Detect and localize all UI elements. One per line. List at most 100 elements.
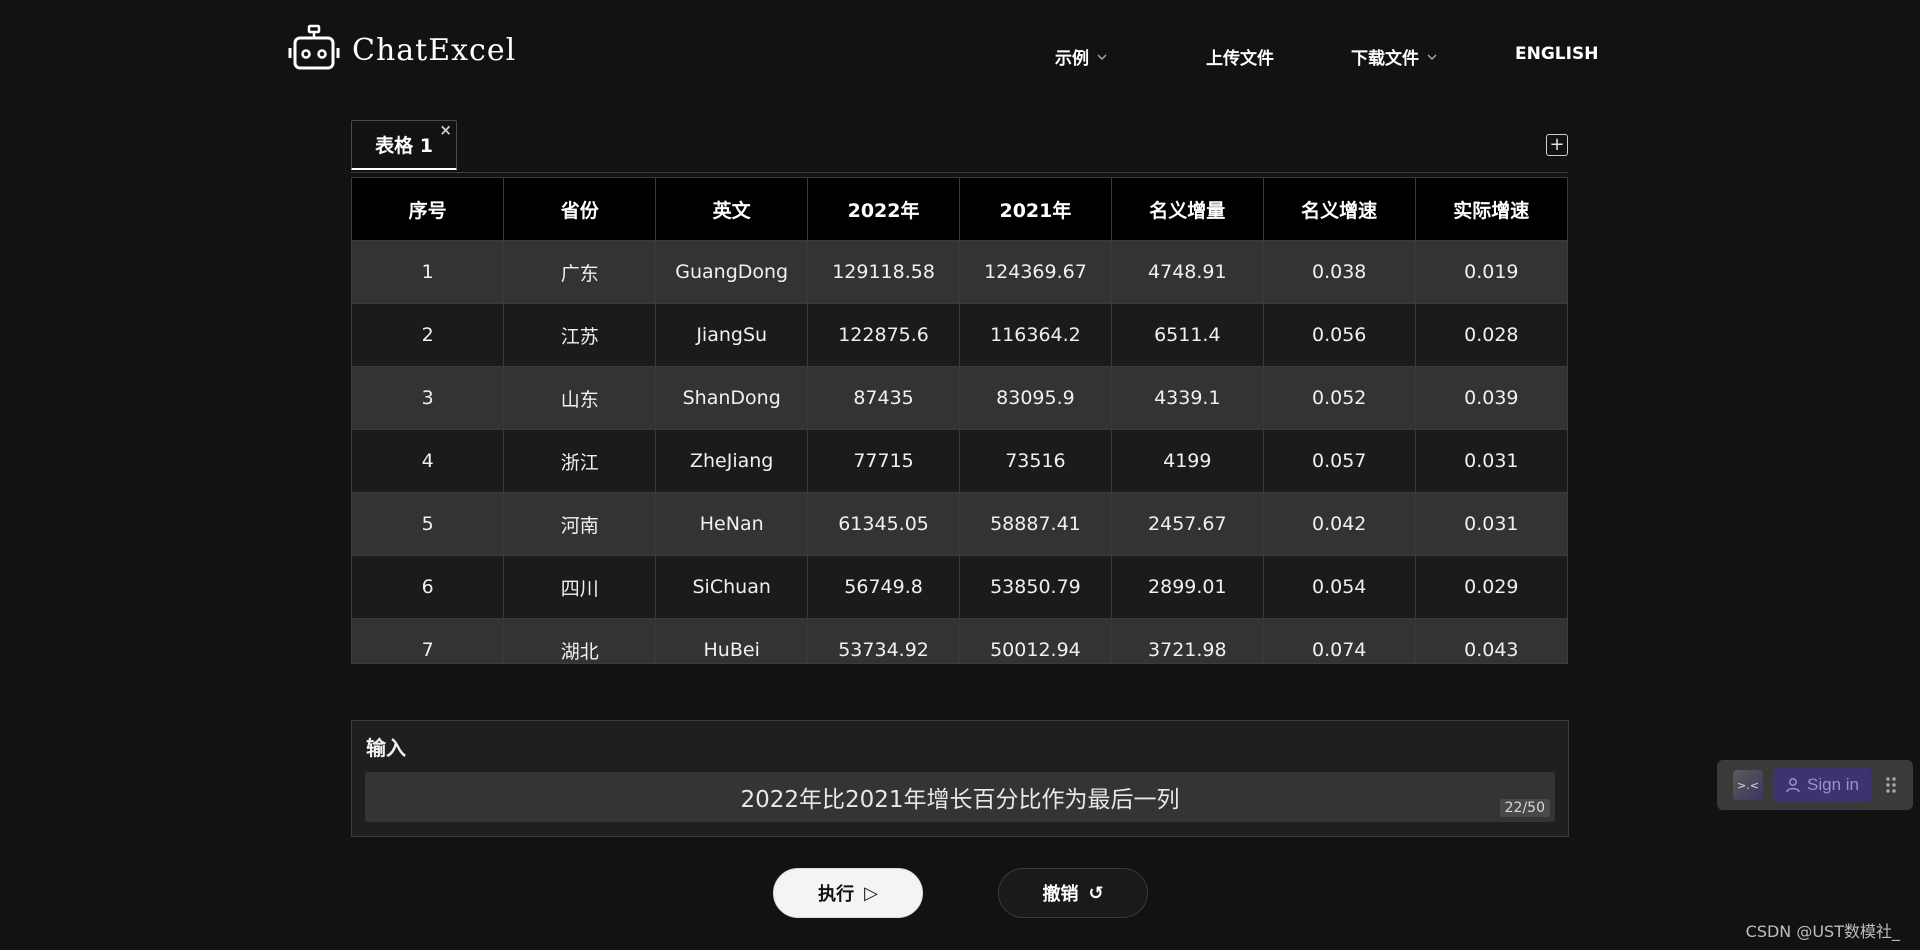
sign-in-button[interactable]: Sign in xyxy=(1773,768,1871,802)
table-cell: 0.054 xyxy=(1263,555,1416,619)
undo-button-label: 撤销 xyxy=(1042,884,1079,905)
table-cell: 61345.05 xyxy=(807,492,960,556)
table-row: 3 山东 ShanDong 87435 83095.9 4339.1 0.052… xyxy=(352,366,1567,430)
table-cell: 0.043 xyxy=(1415,618,1567,663)
table-cell: 58887.41 xyxy=(959,492,1112,556)
watermark: CSDN @UST数模社_ xyxy=(1745,922,1900,941)
table-cell: 4339.1 xyxy=(1111,366,1264,430)
table-cell: JiangSu xyxy=(655,303,809,367)
table-cell: ShanDong xyxy=(655,366,809,430)
table-cell: 广东 xyxy=(503,240,657,304)
table-cell: 5 xyxy=(352,492,505,556)
table-cell: 河南 xyxy=(503,492,657,556)
data-table-container[interactable]: 序号 省份 英文 2022年 2021年 名义增量 名义增速 实际增速 1 广东… xyxy=(351,177,1568,664)
table-row: 5 河南 HeNan 61345.05 58887.41 2457.67 0.0… xyxy=(352,492,1567,556)
nav-examples-label: 示例 xyxy=(1055,49,1089,69)
prompt-input[interactable]: 2022年比2021年增长百分比作为最后一列 22/50 xyxy=(365,772,1555,822)
table-cell: 73516 xyxy=(959,429,1112,493)
undo-icon: ↺ xyxy=(1088,882,1104,904)
table-cell: 0.028 xyxy=(1415,303,1567,367)
table-cell: 83095.9 xyxy=(959,366,1112,430)
assistant-face-icon[interactable]: >.< xyxy=(1733,770,1763,800)
column-header: 实际增速 xyxy=(1415,178,1567,241)
table-cell: 0.074 xyxy=(1263,618,1416,663)
page: ChatExcel 示例 上传文件 下载文件 ENGLISH 表格 1 × + xyxy=(0,0,1920,950)
table-cell: 56749.8 xyxy=(807,555,960,619)
undo-button[interactable]: 撤销 ↺ xyxy=(998,868,1148,918)
nav-examples-dropdown[interactable]: 示例 xyxy=(1055,44,1107,69)
column-header: 2022年 xyxy=(807,178,960,241)
tab-label: 表格 1 xyxy=(375,135,433,157)
play-icon: ▷ xyxy=(864,882,878,904)
table-cell: 4748.91 xyxy=(1111,240,1264,304)
table-cell: 0.042 xyxy=(1263,492,1416,556)
table-cell: 0.031 xyxy=(1415,492,1567,556)
table-cell: 0.039 xyxy=(1415,366,1567,430)
table-cell: 53734.92 xyxy=(807,618,960,663)
table-cell: HuBei xyxy=(655,618,809,663)
floating-assistant-widget: >.< Sign in xyxy=(1717,760,1913,810)
column-header: 名义增量 xyxy=(1111,178,1264,241)
run-button[interactable]: 执行 ▷ xyxy=(773,868,923,918)
table-row: 2 江苏 JiangSu 122875.6 116364.2 6511.4 0.… xyxy=(352,303,1567,367)
data-table: 序号 省份 英文 2022年 2021年 名义增量 名义增速 实际增速 1 广东… xyxy=(352,178,1567,663)
sheet-tab-strip: 表格 1 × + xyxy=(351,120,1568,173)
table-cell: 3721.98 xyxy=(1111,618,1264,663)
table-cell: 2899.01 xyxy=(1111,555,1264,619)
table-cell: 浙江 xyxy=(503,429,657,493)
table-cell: 0.019 xyxy=(1415,240,1567,304)
user-icon xyxy=(1786,778,1800,793)
chevron-down-icon xyxy=(1427,54,1437,60)
chevron-down-icon xyxy=(1097,54,1107,60)
table-cell: 87435 xyxy=(807,366,960,430)
table-cell: 129118.58 xyxy=(807,240,960,304)
table-cell: 四川 xyxy=(503,555,657,619)
nav-download-dropdown[interactable]: 下载文件 xyxy=(1351,44,1437,69)
table-cell: SiChuan xyxy=(655,555,809,619)
column-header: 省份 xyxy=(503,178,657,241)
nav-upload-label: 上传文件 xyxy=(1206,49,1274,69)
table-cell: GuangDong xyxy=(655,240,809,304)
nav-download-label: 下载文件 xyxy=(1351,49,1419,69)
drag-handle-icon[interactable] xyxy=(1885,775,1897,795)
table-cell: 116364.2 xyxy=(959,303,1112,367)
table-cell: 0.038 xyxy=(1263,240,1416,304)
table-cell: 湖北 xyxy=(503,618,657,663)
close-icon[interactable]: × xyxy=(439,121,452,139)
table-cell: 4 xyxy=(352,429,505,493)
nav-language-toggle[interactable]: ENGLISH xyxy=(1515,44,1598,64)
table-header-row: 序号 省份 英文 2022年 2021年 名义增量 名义增速 实际增速 xyxy=(352,178,1567,241)
char-counter: 22/50 xyxy=(1499,799,1550,817)
column-header: 序号 xyxy=(352,178,505,241)
nav-upload-link[interactable]: 上传文件 xyxy=(1206,44,1274,69)
top-nav: 示例 上传文件 下载文件 ENGLISH xyxy=(0,44,1920,69)
run-button-label: 执行 xyxy=(818,884,855,905)
table-cell: 0.029 xyxy=(1415,555,1567,619)
nav-language-label: ENGLISH xyxy=(1515,44,1599,64)
table-cell: ZheJiang xyxy=(655,429,809,493)
table-cell: 1 xyxy=(352,240,505,304)
column-header: 2021年 xyxy=(959,178,1112,241)
table-cell: 6511.4 xyxy=(1111,303,1264,367)
sign-in-label: Sign in xyxy=(1807,775,1859,794)
input-label: 输入 xyxy=(366,736,406,760)
table-row: 7 湖北 HuBei 53734.92 50012.94 3721.98 0.0… xyxy=(352,618,1567,663)
table-cell: 4199 xyxy=(1111,429,1264,493)
table-cell: 2 xyxy=(352,303,505,367)
table-row: 6 四川 SiChuan 56749.8 53850.79 2899.01 0.… xyxy=(352,555,1567,619)
table-cell: HeNan xyxy=(655,492,809,556)
prompt-input-value: 2022年比2021年增长百分比作为最后一列 xyxy=(740,787,1180,813)
table-cell: 2457.67 xyxy=(1111,492,1264,556)
table-cell: 77715 xyxy=(807,429,960,493)
table-cell: 124369.67 xyxy=(959,240,1112,304)
input-panel: 输入 2022年比2021年增长百分比作为最后一列 22/50 xyxy=(351,720,1569,837)
tab-sheet-1[interactable]: 表格 1 × xyxy=(351,120,457,170)
table-cell: 3 xyxy=(352,366,505,430)
table-cell: 122875.6 xyxy=(807,303,960,367)
table-cell: 7 xyxy=(352,618,505,663)
table-cell: 0.052 xyxy=(1263,366,1416,430)
add-tab-button[interactable]: + xyxy=(1546,134,1568,156)
table-cell: 0.057 xyxy=(1263,429,1416,493)
table-cell: 0.056 xyxy=(1263,303,1416,367)
table-cell: 50012.94 xyxy=(959,618,1112,663)
